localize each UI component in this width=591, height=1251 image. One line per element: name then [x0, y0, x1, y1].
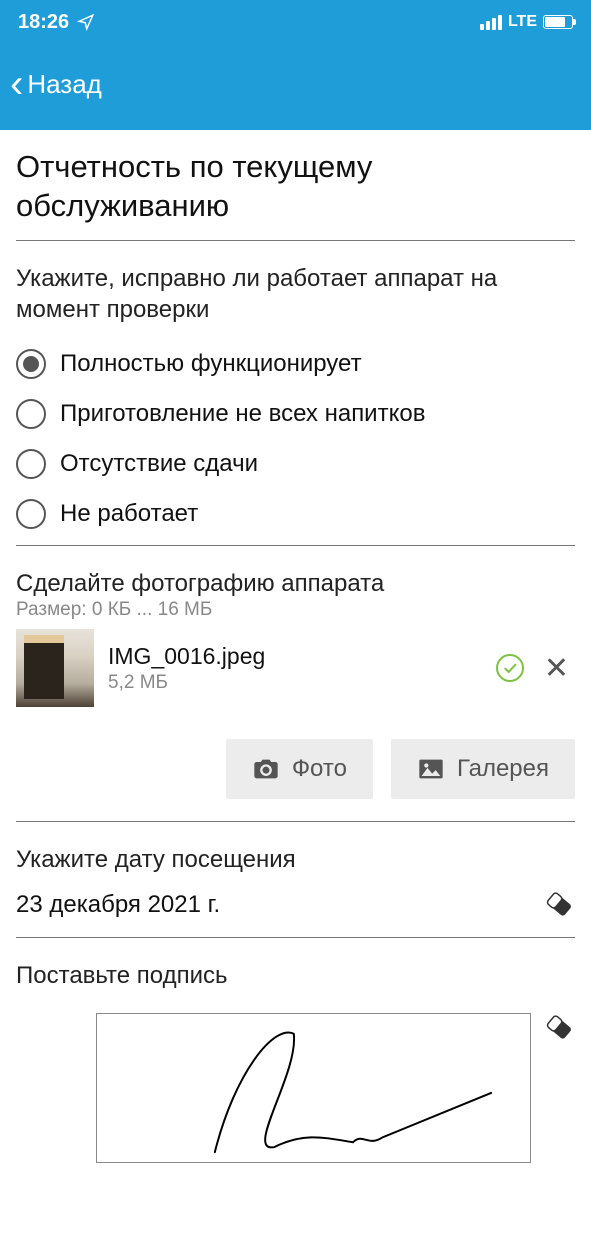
status-bar: 18:26 LTE	[0, 0, 591, 44]
page-title: Отчетность по текущему обслуживанию	[16, 130, 575, 240]
network-label: LTE	[508, 13, 537, 31]
radio-option-1[interactable]: Приготовление не всех напитков	[16, 389, 575, 439]
photo-size-hint: Размер: 0 КБ ... 16 МБ	[16, 599, 575, 621]
nav-bar: ‹ Назад	[0, 44, 591, 130]
signature-canvas[interactable]	[96, 1013, 531, 1163]
signal-icon	[480, 15, 502, 30]
radio-icon	[16, 399, 46, 429]
photo-button[interactable]: Фото	[226, 739, 373, 799]
file-size: 5,2 МБ	[108, 672, 482, 694]
radio-icon	[16, 349, 46, 379]
radio-option-2[interactable]: Отсутствие сдачи	[16, 439, 575, 489]
date-section-label: Укажите дату посещения	[16, 822, 575, 881]
back-button[interactable]: ‹ Назад	[10, 64, 102, 104]
status-time: 18:26	[18, 11, 69, 34]
photo-section-label: Сделайте фотографию аппарата	[16, 546, 575, 601]
photo-buttons: Фото Галерея	[16, 721, 575, 821]
radio-option-0[interactable]: Полностью функционирует	[16, 339, 575, 389]
clear-signature-button[interactable]	[545, 1017, 575, 1039]
battery-icon	[543, 15, 573, 29]
photo-button-label: Фото	[292, 755, 347, 783]
gallery-button[interactable]: Галерея	[391, 739, 575, 799]
camera-icon	[252, 757, 280, 781]
status-left: 18:26	[18, 11, 95, 34]
radio-icon	[16, 449, 46, 479]
gallery-icon	[417, 757, 445, 781]
date-row[interactable]: 23 декабря 2021 г.	[16, 881, 575, 937]
remove-file-button[interactable]: ✕	[538, 651, 575, 686]
question1-label: Укажите, исправно ли работает аппарат на…	[16, 241, 575, 339]
radio-label: Отсутствие сдачи	[60, 450, 258, 478]
signature-row	[16, 1005, 575, 1163]
file-meta: IMG_0016.jpeg 5,2 МБ	[108, 643, 482, 694]
back-label: Назад	[27, 69, 102, 100]
radio-label: Не работает	[60, 500, 198, 528]
location-icon	[77, 13, 95, 31]
chevron-left-icon: ‹	[10, 64, 23, 104]
file-name: IMG_0016.jpeg	[108, 643, 482, 670]
status-right: LTE	[480, 13, 573, 31]
radio-label: Приготовление не всех напитков	[60, 400, 425, 428]
clear-date-button[interactable]	[545, 894, 575, 916]
gallery-button-label: Галерея	[457, 755, 549, 783]
radio-option-3[interactable]: Не работает	[16, 489, 575, 545]
signature-section-label: Поставьте подпись	[16, 938, 575, 1005]
date-value: 23 декабря 2021 г.	[16, 891, 220, 919]
check-icon	[496, 654, 524, 682]
radio-label: Полностью функционирует	[60, 350, 362, 378]
radio-icon	[16, 499, 46, 529]
file-row: IMG_0016.jpeg 5,2 МБ ✕	[16, 621, 575, 721]
file-thumbnail[interactable]	[16, 629, 94, 707]
